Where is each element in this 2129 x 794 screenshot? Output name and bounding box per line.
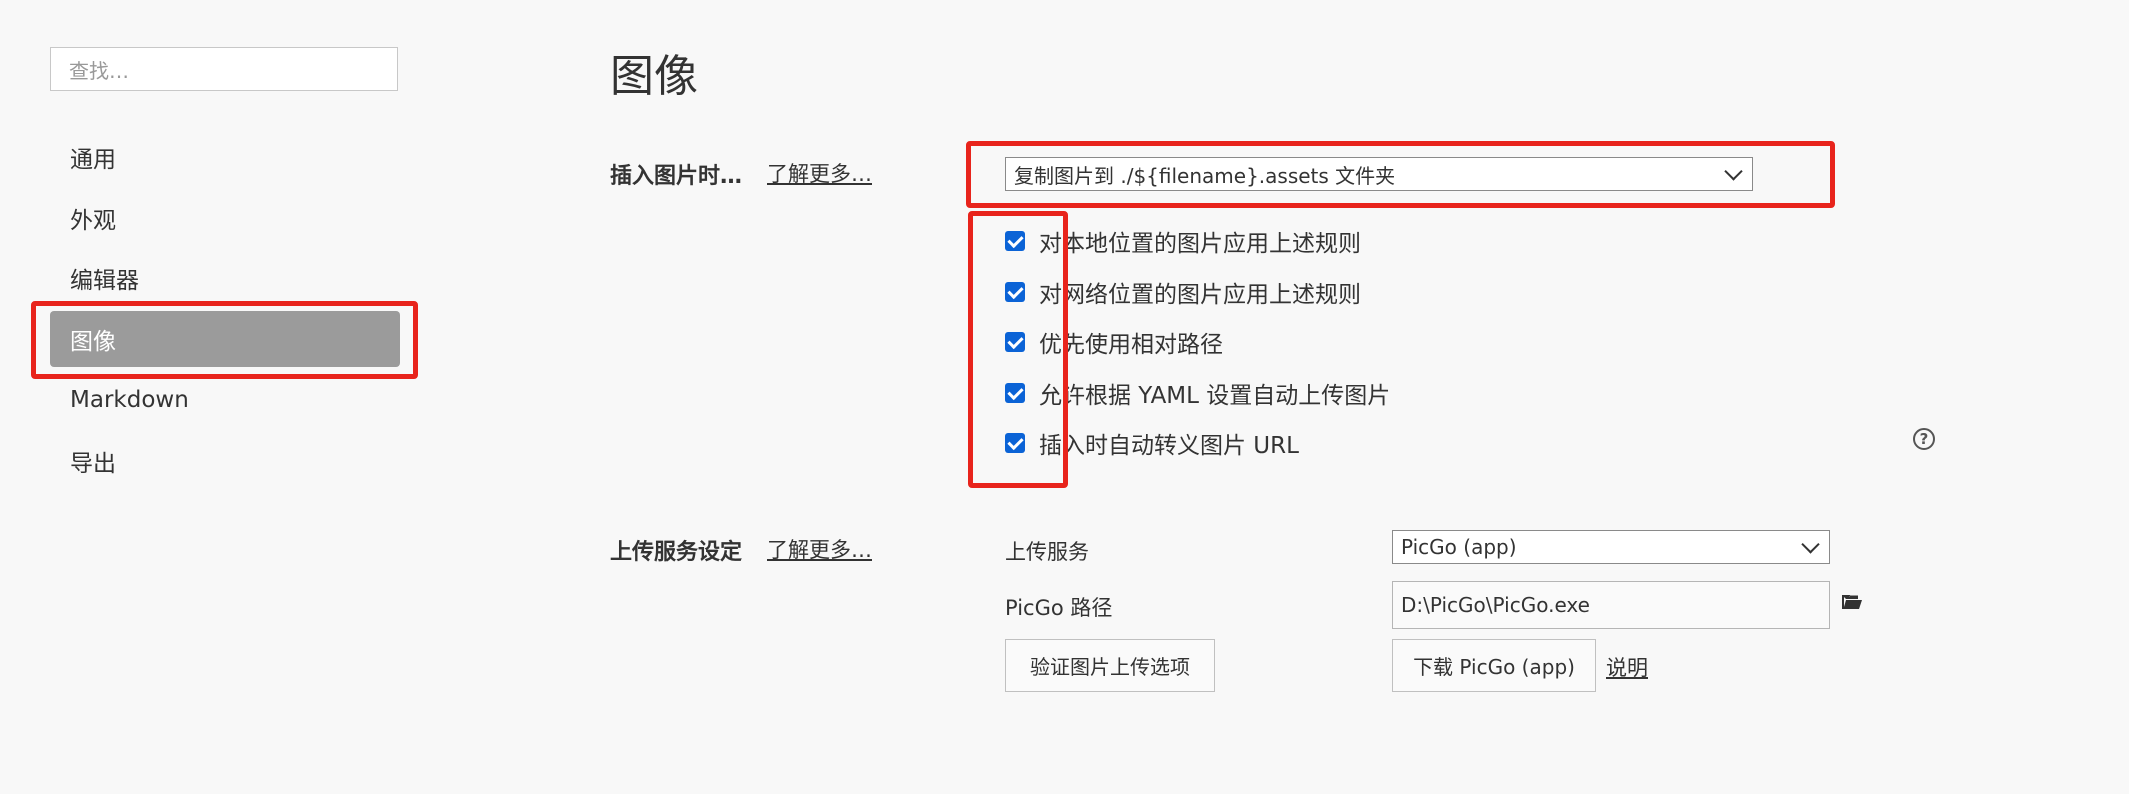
sidebar-item-appearance[interactable]: 外观 xyxy=(50,190,400,246)
help-icon[interactable]: ? xyxy=(1913,428,1935,450)
option-yaml-upload[interactable]: 允许根据 YAML 设置自动上传图片 xyxy=(1005,376,1390,410)
verify-upload-button[interactable]: 验证图片上传选项 xyxy=(1005,639,1215,692)
upload-section-label: 上传服务设定 xyxy=(610,540,743,565)
option-label: 插入时自动转义图片 URL xyxy=(1039,433,1299,459)
option-escape-url[interactable]: 插入时自动转义图片 URL xyxy=(1005,426,1299,460)
checkbox-checked-icon[interactable] xyxy=(1005,332,1025,352)
insert-image-section-label: 插入图片时… xyxy=(610,164,743,189)
option-label: 允许根据 YAML 设置自动上传图片 xyxy=(1039,383,1391,409)
option-label: 对网络位置的图片应用上述规则 xyxy=(1039,282,1361,308)
download-picgo-button[interactable]: 下载 PicGo (app) xyxy=(1392,639,1596,692)
sidebar-item-image[interactable]: 图像 xyxy=(50,311,400,367)
picgo-path-value: D:\PicGo\PicGo.exe xyxy=(1401,593,1590,617)
picgo-path-label: PicGo 路径 xyxy=(1005,596,1113,620)
folder-icon[interactable] xyxy=(1842,594,1862,610)
picgo-path-input[interactable]: D:\PicGo\PicGo.exe xyxy=(1392,581,1830,629)
checkbox-checked-icon[interactable] xyxy=(1005,383,1025,403)
sidebar-item-export[interactable]: 导出 xyxy=(50,433,400,489)
insert-image-action-value: 复制图片到 ./${filename}.assets 文件夹 xyxy=(1014,163,1396,188)
preferences-window: 查找… 通用 外观 编辑器 图像 Markdown 导出 图像 插入图片时… 了… xyxy=(0,0,2129,794)
option-local-images[interactable]: 对本地位置的图片应用上述规则 xyxy=(1005,224,1361,258)
search-input[interactable]: 查找… xyxy=(50,47,398,91)
upload-service-label: 上传服务 xyxy=(1005,540,1089,564)
insert-learn-more-link[interactable]: 了解更多… xyxy=(767,158,872,188)
option-network-images[interactable]: 对网络位置的图片应用上述规则 xyxy=(1005,275,1361,309)
checkbox-checked-icon[interactable] xyxy=(1005,282,1025,302)
option-label: 优先使用相对路径 xyxy=(1039,332,1223,358)
option-relative-path[interactable]: 优先使用相对路径 xyxy=(1005,325,1223,359)
option-label: 对本地位置的图片应用上述规则 xyxy=(1039,231,1361,257)
chevron-down-icon xyxy=(1801,535,1820,554)
checkbox-checked-icon[interactable] xyxy=(1005,433,1025,453)
chevron-down-icon xyxy=(1724,162,1743,181)
upload-learn-more-link[interactable]: 了解更多… xyxy=(767,534,872,564)
sidebar-item-editor[interactable]: 编辑器 xyxy=(50,250,400,306)
upload-service-value: PicGo (app) xyxy=(1401,535,1517,559)
checkbox-checked-icon[interactable] xyxy=(1005,231,1025,251)
upload-service-select[interactable]: PicGo (app) xyxy=(1392,530,1830,564)
sidebar-item-markdown[interactable]: Markdown xyxy=(50,372,400,428)
insert-image-action-select[interactable]: 复制图片到 ./${filename}.assets 文件夹 xyxy=(1005,157,1753,191)
description-link[interactable]: 说明 xyxy=(1606,652,1648,682)
page-title: 图像 xyxy=(610,51,698,102)
sidebar-item-general[interactable]: 通用 xyxy=(50,129,400,185)
